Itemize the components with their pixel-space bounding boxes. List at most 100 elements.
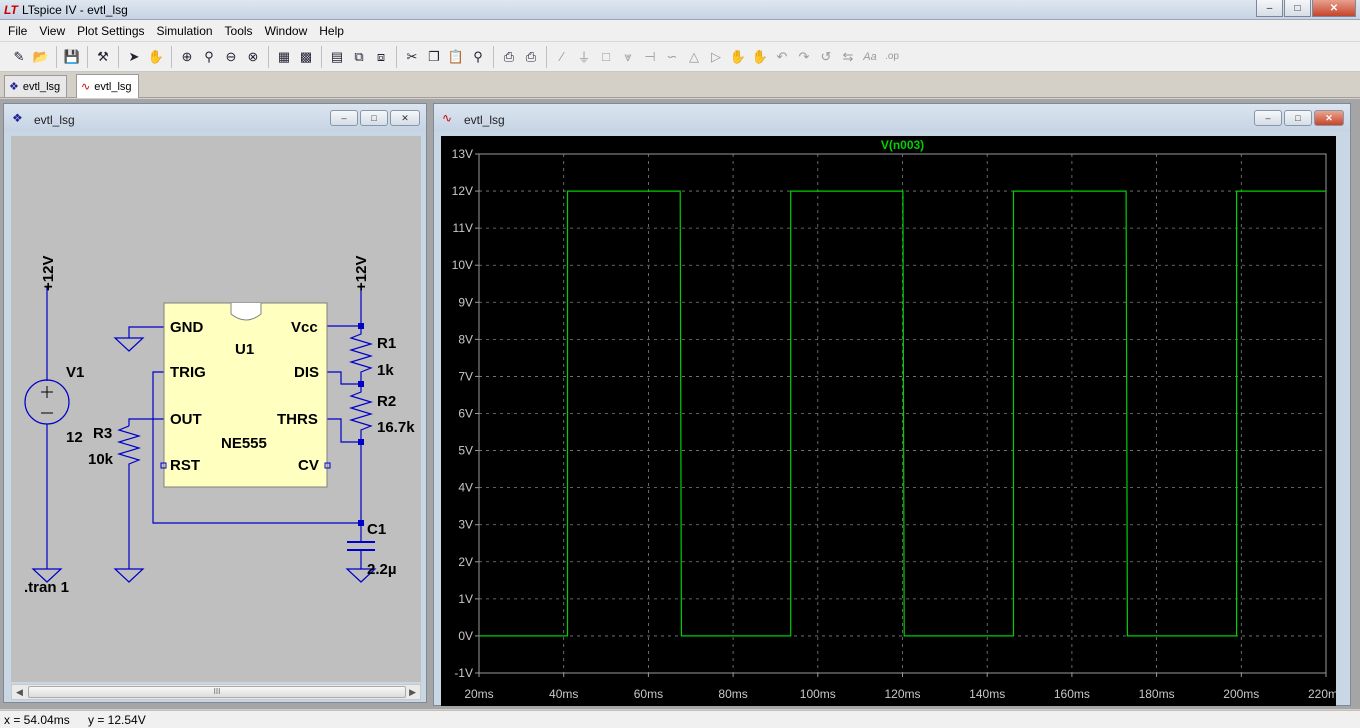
menu-plot-settings[interactable]: Plot Settings bbox=[71, 24, 150, 38]
tab-waveform[interactable]: ∿ evtl_lsg bbox=[76, 74, 139, 98]
text-icon[interactable]: Aa bbox=[859, 46, 881, 68]
menu-window[interactable]: Window bbox=[259, 24, 314, 38]
y-tick-label: 13V bbox=[452, 147, 473, 161]
minimize-button[interactable]: – bbox=[1254, 110, 1282, 126]
c1-value: 2.2µ bbox=[367, 561, 397, 578]
toolbar-separator bbox=[396, 45, 397, 68]
redo-icon[interactable]: ↷ bbox=[793, 46, 815, 68]
toolbar-separator bbox=[546, 45, 547, 68]
pin-rst: RST bbox=[170, 457, 200, 474]
menu-help[interactable]: Help bbox=[313, 24, 350, 38]
move-icon[interactable]: ✋ bbox=[727, 46, 749, 68]
close-button[interactable]: ✕ bbox=[1312, 0, 1356, 17]
chip-notch bbox=[230, 303, 262, 321]
x-tick-label: 80ms bbox=[718, 687, 747, 701]
scroll-right-arrow-icon[interactable]: ▶ bbox=[409, 687, 416, 698]
minimize-button[interactable]: – bbox=[330, 110, 358, 126]
x-tick-label: 180ms bbox=[1139, 687, 1175, 701]
maximize-button[interactable]: □ bbox=[360, 110, 388, 126]
r3-name: R3 bbox=[93, 425, 112, 442]
halt-icon[interactable]: ✋ bbox=[145, 46, 167, 68]
r1-value: 1k bbox=[377, 362, 394, 379]
ic-refdes: U1 bbox=[235, 341, 254, 358]
zoom-out-icon[interactable]: ⊖ bbox=[220, 46, 242, 68]
pin-gnd: GND bbox=[170, 319, 204, 336]
capacitor-icon[interactable]: ⊣ bbox=[639, 46, 661, 68]
zoom-fit-icon[interactable]: ⊗ bbox=[242, 46, 264, 68]
schematic-window-titlebar[interactable]: ❖ evtl_lsg – □ ✕ bbox=[4, 104, 426, 132]
app-titlebar: LT LTspice IV - evtl_lsg – □ ✕ bbox=[0, 0, 1360, 20]
tran-directive[interactable]: .tran 1 bbox=[24, 579, 69, 596]
close-button[interactable]: ✕ bbox=[1314, 110, 1344, 126]
wire-icon[interactable]: ∕ bbox=[551, 46, 573, 68]
label-net-icon[interactable]: □ bbox=[595, 46, 617, 68]
spice-directive-icon[interactable]: .op bbox=[881, 46, 903, 68]
schematic-hscrollbar[interactable]: ◀ III ▶ bbox=[11, 684, 421, 700]
pin-trig: TRIG bbox=[170, 364, 206, 381]
copy-icon[interactable]: ❐ bbox=[423, 46, 445, 68]
tile-vertical-icon[interactable]: ⧈ bbox=[370, 46, 392, 68]
scroll-thumb[interactable]: III bbox=[28, 686, 406, 698]
menu-file[interactable]: File bbox=[2, 24, 33, 38]
paste-icon[interactable]: 📋 bbox=[445, 46, 467, 68]
plot-settings-icon[interactable]: ▩ bbox=[295, 46, 317, 68]
zoom-in-icon[interactable]: ⚲ bbox=[198, 46, 220, 68]
document-tabs: ❖ evtl_lsg ∿ evtl_lsg bbox=[0, 72, 1360, 98]
waveform-plot[interactable]: 13V 12V 11V 10V 9V 8V 7V 6V 5V 4V 3V 2V 1V 0V -1V 20ms 4… bbox=[441, 136, 1344, 706]
menu-simulation[interactable]: Simulation bbox=[151, 24, 219, 38]
diode-icon[interactable]: △ bbox=[683, 46, 705, 68]
resistor-r3[interactable] bbox=[116, 425, 142, 569]
cut-icon[interactable]: ✂ bbox=[401, 46, 423, 68]
pin-thrs: THRS bbox=[277, 411, 318, 428]
close-button[interactable]: ✕ bbox=[390, 110, 420, 126]
pin-cv: CV bbox=[298, 457, 319, 474]
toolbar-separator bbox=[321, 45, 322, 68]
find-icon[interactable]: ⚲ bbox=[467, 46, 489, 68]
schematic-icon: ❖ bbox=[9, 81, 19, 93]
tab-schematic[interactable]: ❖ evtl_lsg bbox=[4, 75, 68, 97]
scroll-left-arrow-icon[interactable]: ◀ bbox=[16, 687, 23, 698]
schematic-canvas[interactable]: +12V +12V V1 12 .tran 1 R1 1k R2 16.7k R… bbox=[11, 136, 421, 682]
inductor-icon[interactable]: ∽ bbox=[661, 46, 683, 68]
drag-icon[interactable]: ✋ bbox=[749, 46, 771, 68]
trace-label[interactable]: V(n003) bbox=[881, 138, 924, 152]
rotate-icon[interactable]: ↺ bbox=[815, 46, 837, 68]
r3-value: 10k bbox=[88, 451, 114, 468]
maximize-button[interactable]: □ bbox=[1284, 0, 1311, 17]
toolbar-separator bbox=[56, 45, 57, 68]
tile-horizontal-icon[interactable]: ▤ bbox=[326, 46, 348, 68]
new-schematic-icon[interactable]: ✎ bbox=[8, 46, 30, 68]
junction-dot bbox=[358, 381, 364, 387]
toolbar-separator bbox=[268, 45, 269, 68]
supply-label-right: +12V bbox=[353, 256, 370, 291]
ground-icon[interactable]: ⏚ bbox=[573, 46, 595, 68]
component-icon[interactable]: ▷ bbox=[705, 46, 727, 68]
ground-symbol bbox=[113, 568, 145, 583]
menu-view[interactable]: View bbox=[33, 24, 71, 38]
y-tick-label: 2V bbox=[458, 555, 473, 569]
maximize-button[interactable]: □ bbox=[1284, 110, 1312, 126]
toolbar-separator bbox=[171, 45, 172, 68]
undo-icon[interactable]: ↶ bbox=[771, 46, 793, 68]
y-tick-label: 3V bbox=[458, 518, 473, 532]
run-icon[interactable]: ➤ bbox=[123, 46, 145, 68]
x-tick-label: 20ms bbox=[464, 687, 493, 701]
save-icon[interactable]: 💾 bbox=[61, 46, 83, 68]
zoom-area-icon[interactable]: ⊕ bbox=[176, 46, 198, 68]
plot-window-titlebar[interactable]: ∿ evtl_lsg – □ ✕ bbox=[434, 104, 1350, 132]
pin-dis: DIS bbox=[294, 364, 319, 381]
resistor-icon[interactable]: ⩔ bbox=[617, 46, 639, 68]
resistor-r2[interactable] bbox=[348, 384, 374, 442]
mirror-icon[interactable]: ⇆ bbox=[837, 46, 859, 68]
menu-tools[interactable]: Tools bbox=[219, 24, 259, 38]
open-folder-icon[interactable]: 📂 bbox=[30, 46, 52, 68]
resistor-r1[interactable] bbox=[348, 326, 374, 384]
minimize-button[interactable]: – bbox=[1256, 0, 1283, 17]
cascade-icon[interactable]: ⧉ bbox=[348, 46, 370, 68]
x-tick-label: 160ms bbox=[1054, 687, 1090, 701]
waveform-chart: 13V 12V 11V 10V 9V 8V 7V 6V 5V 4V 3V 2V 1V 0V -1V 20ms 4… bbox=[452, 138, 1344, 701]
control-panel-icon[interactable]: ⚒ bbox=[92, 46, 114, 68]
print-setup-icon[interactable]: ⎙ bbox=[498, 46, 520, 68]
autorange-icon[interactable]: ▦ bbox=[273, 46, 295, 68]
print-icon[interactable]: ⎙ bbox=[520, 46, 542, 68]
